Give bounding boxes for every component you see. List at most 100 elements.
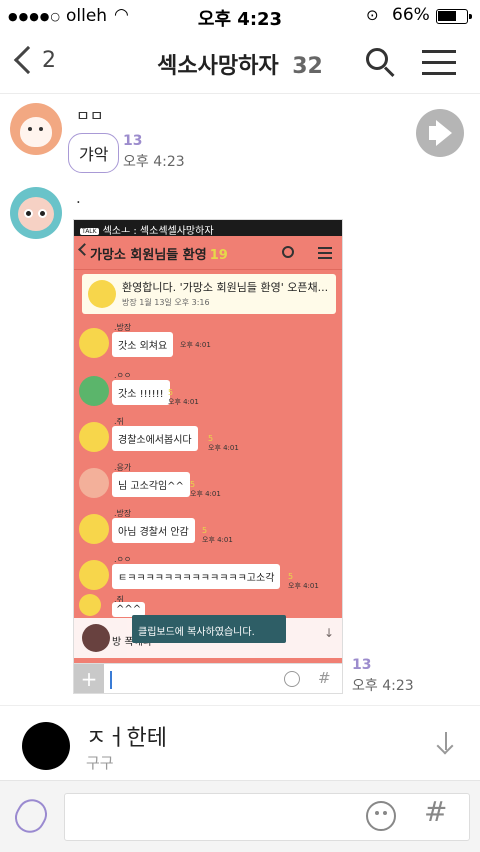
embedded-avatar — [82, 624, 110, 652]
clipboard-toast: 클립보드에 복사하였습니다. — [132, 615, 286, 643]
embedded-unread: 5 — [288, 572, 294, 581]
announcement-button[interactable] — [416, 109, 464, 157]
embedded-search-icon — [282, 246, 294, 258]
avatar — [22, 722, 70, 770]
embedded-message-row: .쥐 경찰소에서봅시다 5 오후 4:01 — [74, 414, 342, 462]
embedded-time: 오후 4:01 — [168, 398, 199, 406]
embedded-message-row: .방장 갓소 외쳐요 오후 4:01 — [74, 320, 342, 368]
avatar-eye — [39, 127, 43, 131]
embedded-title: 가망소 회원님들 환영 — [90, 248, 207, 263]
attachment-icon[interactable] — [9, 793, 53, 839]
embedded-unread: 5 — [168, 388, 174, 397]
hamburger-icon — [422, 50, 456, 53]
talk-tag: TALK — [80, 227, 99, 235]
embedded-message-row: .ㅇㅇ 갓소 !!!!!! 5 오후 4:01 — [74, 368, 342, 416]
message-time: 오후 4:23 — [352, 678, 414, 694]
embedded-meta: 오후 4:01 — [180, 340, 211, 350]
down-arrow-head — [436, 737, 454, 755]
embedded-status-bar: TALK 섹소ㅗ : 섹소섹셀사망하자 — [74, 220, 342, 237]
embedded-meta: 5 오후 4:01 — [168, 388, 199, 407]
rotation-lock-icon: ⊙ — [366, 6, 379, 24]
embedded-avatar — [79, 422, 109, 452]
embedded-time: 오후 4:01 — [202, 536, 233, 544]
embedded-time: 오후 4:01 — [208, 444, 239, 452]
mention-popup[interactable]: ㅈㅓ한테 구구 — [0, 705, 480, 780]
battery-percent: 66% — [392, 5, 430, 25]
embedded-bubble: 경찰소에서봅시다 — [112, 426, 198, 451]
battery-icon — [436, 9, 472, 24]
unread-count: 13 — [352, 657, 372, 673]
chat-header: 2 섹소사망하자 32 — [0, 30, 480, 94]
chat-title: 섹소사망하자 32 — [0, 48, 480, 80]
embedded-avatar — [79, 594, 101, 616]
embedded-title-group: 가망소 회원님들 환영 19 — [90, 244, 228, 263]
hash-icon[interactable]: # — [424, 795, 447, 828]
sender-name: . — [76, 189, 81, 207]
chat-room-name: 섹소사망하자 — [157, 54, 279, 79]
embedded-bubble: 갓소 !!!!!! — [112, 380, 170, 405]
emoji-icon[interactable] — [366, 801, 396, 831]
member-count: 32 — [292, 54, 323, 79]
embedded-unread: 5 — [190, 480, 196, 489]
embedded-bubble: 갓소 외쳐요 — [112, 332, 174, 357]
embedded-unread: 5 — [208, 434, 214, 443]
chat-area[interactable]: ㅁㅁ 갸악 13 오후 4:23 . TALK 섹소ㅗ : 섹소섹셀사망하자 가망… — [0, 95, 480, 780]
embedded-meta: 5 오후 4:01 — [190, 480, 221, 499]
embedded-meta: 5 오후 4:01 — [288, 572, 319, 591]
megaphone-cone — [436, 120, 452, 146]
embedded-emoji-icon — [284, 671, 300, 687]
embedded-text-caret — [110, 671, 112, 689]
embedded-meta: 5 오후 4:01 — [208, 434, 239, 453]
battery-fill — [438, 11, 456, 21]
avatar-eye — [24, 209, 33, 218]
menu-button[interactable] — [422, 50, 456, 76]
embedded-time: 오후 4:01 — [190, 490, 221, 498]
embedded-hash-icon: # — [318, 669, 331, 687]
embedded-unread: 5 — [202, 526, 208, 535]
embedded-plus-icon: + — [74, 664, 104, 693]
embedded-avatar — [79, 328, 109, 358]
search-icon-handle — [383, 66, 395, 78]
embedded-avatar — [79, 376, 109, 406]
embedded-menu-icon — [318, 247, 332, 262]
avatar-face — [20, 117, 52, 147]
menu-line — [318, 257, 332, 259]
embedded-time: 오후 4:01 — [180, 341, 211, 349]
embedded-time: 오후 4:01 — [288, 582, 319, 590]
embedded-bubble: 아님 경찰서 안감 — [112, 518, 195, 543]
scroll-down-button[interactable] — [434, 730, 458, 755]
image-message[interactable]: TALK 섹소ㅗ : 섹소섹셀사망하자 가망소 회원님들 환영 19 환영합니다. … — [73, 219, 343, 694]
message-bubble[interactable]: 갸악 — [68, 133, 120, 173]
notice-avatar — [88, 280, 116, 308]
sender-name: ㅁㅁ — [76, 107, 104, 125]
embedded-bubble: ㅌㅋㅋㅋㅋㅋㅋㅋㅋㅋㅋㅋㅋㅋ고소각 — [112, 564, 281, 589]
avatar[interactable] — [10, 187, 62, 239]
message-input-bar: # — [0, 780, 480, 852]
embedded-avatar — [79, 514, 109, 544]
embedded-meta: 5 오후 4:01 — [202, 526, 233, 545]
embedded-avatar — [79, 560, 109, 590]
notice-meta: 방장 1월 13일 오후 3:16 — [122, 298, 210, 307]
avatar-eye — [28, 127, 32, 131]
mention-subtitle: 구구 — [86, 754, 114, 772]
search-button[interactable] — [366, 48, 396, 78]
menu-line — [318, 247, 332, 249]
avatar-eye — [38, 209, 47, 218]
message-time: 오후 4:23 — [123, 154, 185, 170]
status-bar: ●●●●○ olleh ◠ 오후 4:23 ⊙ 66% — [0, 0, 480, 30]
embedded-input-bar: + # — [74, 663, 342, 693]
embedded-message-row: .응가 님 고소각임^^ 5 오후 4:01 — [74, 460, 342, 508]
embedded-down-arrow-icon: ↓ — [323, 626, 334, 640]
unread-count: 13 — [123, 133, 143, 149]
avatar[interactable] — [10, 103, 62, 155]
hamburger-line — [422, 72, 456, 75]
avatar-face — [18, 197, 54, 231]
embedded-notice: 환영합니다. '가망소 회원님들 환영' 오픈채... 방장 1월 13일 오후… — [82, 274, 336, 314]
menu-line — [318, 252, 332, 254]
message-input[interactable] — [64, 793, 470, 841]
embedded-bubble: 님 고소각임^^ — [112, 472, 190, 497]
mention-name: ㅈㅓ한테 — [86, 726, 167, 751]
embedded-header: 가망소 회원님들 환영 19 — [74, 236, 342, 270]
hamburger-line — [422, 61, 456, 64]
embedded-back-icon — [78, 243, 91, 256]
